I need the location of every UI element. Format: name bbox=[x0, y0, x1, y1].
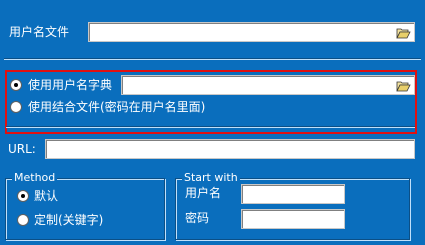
separator-middle bbox=[6, 126, 415, 128]
user-file-field[interactable] bbox=[88, 22, 415, 42]
method-custom-label: 定制(关键字) bbox=[34, 213, 104, 227]
user-file-label: 用户名文件 bbox=[9, 25, 70, 39]
url-label: URL: bbox=[8, 142, 36, 156]
user-file-input[interactable] bbox=[89, 23, 414, 41]
start-with-group-title: Start with bbox=[182, 171, 240, 185]
start-with-group: Start with 用户名 密码 bbox=[175, 171, 410, 240]
start-password-label: 密码 bbox=[185, 211, 210, 225]
method-group: Method 默认 定制(关键字) bbox=[5, 171, 165, 240]
start-password-input[interactable] bbox=[242, 210, 344, 228]
highlight-box bbox=[5, 70, 417, 134]
url-field[interactable] bbox=[45, 139, 415, 159]
method-default-label: 默认 bbox=[34, 189, 59, 203]
start-username-input[interactable] bbox=[242, 185, 344, 203]
folder-open-icon[interactable] bbox=[395, 25, 412, 40]
method-default-radio[interactable] bbox=[17, 190, 29, 202]
method-group-title: Method bbox=[12, 171, 58, 185]
start-username-field[interactable] bbox=[241, 184, 345, 204]
method-custom-radio[interactable] bbox=[17, 214, 29, 226]
start-username-label: 用户名 bbox=[185, 186, 222, 200]
url-input[interactable] bbox=[46, 140, 414, 158]
separator-top bbox=[4, 58, 421, 60]
start-password-field[interactable] bbox=[241, 209, 345, 229]
